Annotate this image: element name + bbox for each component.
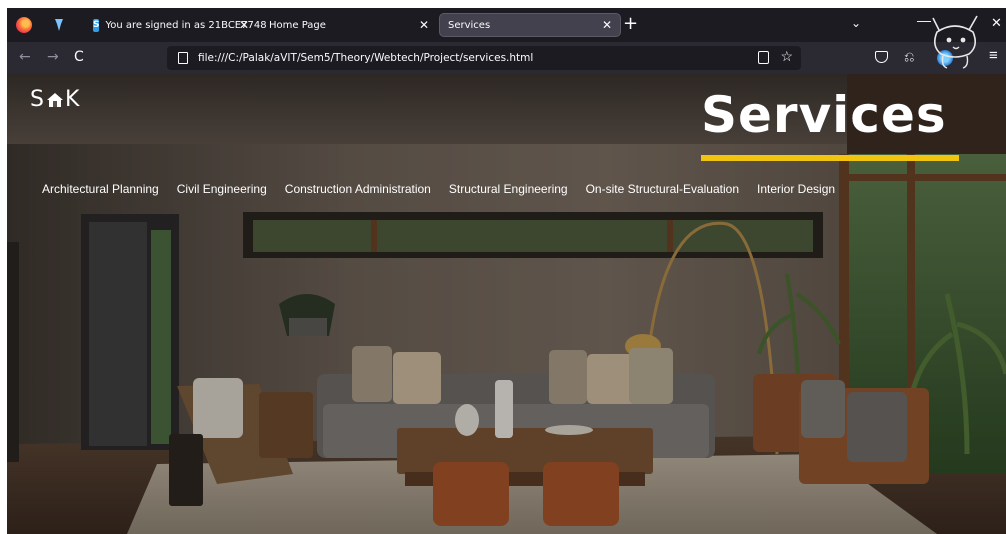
pocket-icon[interactable]: [875, 51, 888, 63]
tab-signed-in[interactable]: S You are signed in as 21BCE7748 ✕: [91, 13, 267, 37]
service-link-architectural-planning[interactable]: Architectural Planning: [42, 182, 159, 196]
tab-list-chevron-icon[interactable]: ⌄: [851, 16, 861, 30]
page-icon: [178, 52, 188, 64]
tab-services[interactable]: Services ✕: [439, 13, 621, 37]
service-link-interior-design[interactable]: Interior Design: [757, 182, 835, 196]
site-logo[interactable]: S K: [30, 87, 80, 112]
bookmark-star-icon[interactable]: ☆: [780, 48, 793, 65]
service-link-structural-engineering[interactable]: Structural Engineering: [449, 182, 568, 196]
new-tab-button[interactable]: +: [623, 14, 638, 34]
menu-icon[interactable]: ≡: [989, 47, 998, 64]
service-link-civil-engineering[interactable]: Civil Engineering: [177, 182, 267, 196]
title-underline: [701, 155, 959, 161]
extensions-icon[interactable]: ⎌: [904, 49, 914, 65]
site-favicon-icon: S: [93, 18, 100, 32]
page-title: Services: [701, 86, 947, 144]
cat-sticker-icon: [932, 15, 978, 69]
reader-view-icon[interactable]: [758, 51, 769, 64]
logo-letter-k: K: [64, 87, 81, 112]
firefox-icon[interactable]: [16, 17, 32, 33]
close-tab-icon[interactable]: ✕: [239, 18, 249, 32]
close-tab-icon[interactable]: ✕: [602, 18, 612, 32]
back-button[interactable]: ←: [19, 49, 31, 65]
navigation-toolbar: ← → C file:///C:/Palak/aVIT/Sem5/Theory/…: [7, 42, 1006, 74]
tab-home-page[interactable]: Home Page ✕: [269, 13, 437, 37]
services-nav: Architectural Planning Civil Engineering…: [42, 182, 835, 196]
house-icon: [46, 92, 63, 107]
service-link-on-site-structural-evaluation[interactable]: On-site Structural-Evaluation: [586, 182, 739, 196]
forward-button[interactable]: →: [47, 49, 59, 65]
tab-label: Home Page: [269, 19, 326, 31]
close-window-icon[interactable]: ✕: [991, 16, 1002, 31]
browser-window: S You are signed in as 21BCE7748 ✕ Home …: [7, 8, 1006, 534]
pin-icon[interactable]: [53, 18, 65, 32]
service-link-construction-administration[interactable]: Construction Administration: [285, 182, 431, 196]
page-viewport: S K Services Architectural Planning Civi…: [7, 74, 1006, 534]
tab-strip: S You are signed in as 21BCE7748 ✕ Home …: [7, 8, 1006, 42]
url-bar[interactable]: file:///C:/Palak/aVIT/Sem5/Theory/Webtec…: [167, 46, 801, 70]
close-tab-icon[interactable]: ✕: [419, 18, 429, 32]
url-text[interactable]: file:///C:/Palak/aVIT/Sem5/Theory/Webtec…: [198, 52, 533, 64]
tab-label: Services: [448, 19, 491, 31]
reload-button[interactable]: C: [74, 49, 84, 65]
logo-letter-s: S: [30, 87, 45, 112]
